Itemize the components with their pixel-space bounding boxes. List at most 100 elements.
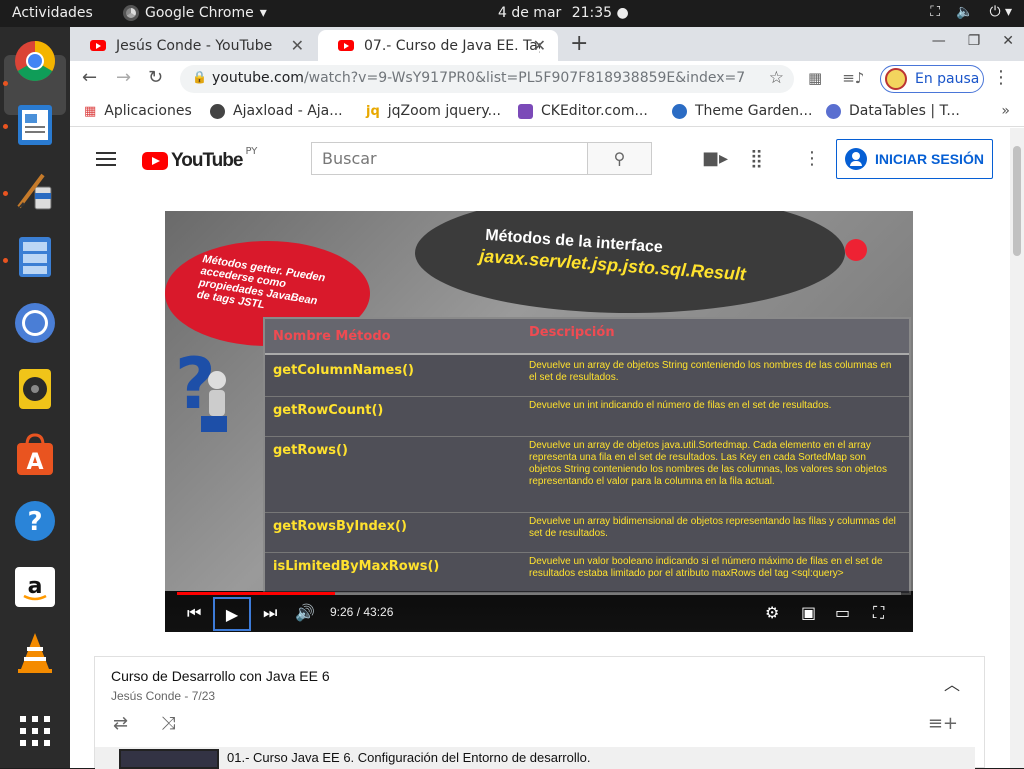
dock-document-viewer[interactable] (11, 101, 59, 149)
globe-icon (210, 103, 225, 119)
method-name: isLimitedByMaxRows() (273, 559, 440, 574)
minimize-button[interactable]: — (932, 33, 946, 49)
extension-icon[interactable]: ▦ (808, 69, 822, 87)
running-indicator (3, 124, 8, 129)
table-header: Nombre Método Descripción (265, 319, 909, 355)
forward-button[interactable]: → (116, 67, 131, 88)
settings-gear-icon[interactable]: ⚙ (765, 603, 779, 622)
app-menu[interactable]: Google Chrome ▾ (123, 5, 267, 21)
paintbrush-icon (17, 173, 52, 210)
user-icon (845, 148, 868, 170)
bookmark-theme-garden[interactable]: Theme Garden... (672, 103, 812, 119)
dock-amazon[interactable]: a (11, 563, 59, 611)
clock[interactable]: 4 de mar 21:35 ● (498, 5, 629, 21)
bookmark-label: DataTables | T... (849, 103, 960, 119)
chrome-menu-icon[interactable]: ⋮ (992, 67, 1010, 88)
reload-button[interactable]: ↻ (148, 67, 163, 88)
dock-vlc[interactable] (11, 629, 59, 677)
notification-dot-icon: ● (616, 5, 629, 21)
dock-rhythmbox[interactable] (11, 365, 59, 413)
bookmark-apps[interactable]: ▦ Aplicaciones (84, 103, 192, 119)
dock-help[interactable]: ? (11, 497, 59, 545)
chevron-down-icon: ▾ (259, 5, 267, 21)
add-to-playlist-icon[interactable]: ≡+ (928, 713, 958, 734)
new-tab-button[interactable]: + (570, 31, 588, 56)
volume-button[interactable]: 🔊 (295, 603, 315, 622)
video-thumbnail (119, 749, 219, 769)
dock-software-center[interactable]: A (11, 431, 59, 479)
extension-icons: ▦ ≡♪ (808, 69, 864, 87)
media-control-icon[interactable]: ≡♪ (842, 69, 864, 87)
playlist-panel: Curso de Desarrollo con Java EE 6 Jesús … (94, 656, 985, 769)
bookmark-ajaxload[interactable]: Ajaxload - Aja... (210, 103, 343, 119)
page-scrollbar[interactable] (1010, 128, 1024, 768)
method-description: Devuelve un array de objetos String cont… (529, 360, 892, 383)
svg-text:A: A (26, 450, 43, 475)
scrollbar-thumb[interactable] (1013, 146, 1021, 256)
sign-in-button[interactable]: INICIAR SESIÓN (836, 139, 993, 179)
dock-file-cabinet[interactable] (11, 233, 59, 281)
bookmark-label: jqZoom jquery... (387, 103, 502, 119)
search-button[interactable]: ⚲ (588, 142, 652, 175)
apps-icon[interactable]: ⣿ (750, 148, 763, 169)
next-button[interactable]: ⏭ (263, 603, 277, 623)
svg-text:?: ? (27, 507, 42, 537)
tab-jesus-conde[interactable]: Jesús Conde - YouTube ✕ (70, 30, 316, 61)
bookmark-jqzoom[interactable]: jq jqZoom jquery... (366, 103, 501, 119)
time-display: 9:26 / 43:26 (330, 605, 394, 619)
playlist-item[interactable]: 01.- Curso Java EE 6. Configuración del … (95, 747, 975, 769)
dock: A ? a (0, 27, 70, 768)
dock-chromium[interactable] (11, 299, 59, 347)
window-controls: — ❐ ✕ (932, 33, 1014, 49)
method-name: getRowCount() (273, 403, 384, 418)
running-indicator (3, 81, 8, 86)
back-button[interactable]: ← (82, 67, 97, 88)
show-applications-button[interactable] (11, 707, 59, 755)
app-name: Google Chrome (145, 5, 254, 21)
activities-button[interactable]: Actividades (12, 5, 93, 21)
close-window-button[interactable]: ✕ (1002, 33, 1014, 49)
create-video-icon[interactable]: ■▸ (702, 148, 728, 169)
progress-bar[interactable] (177, 592, 901, 595)
bookmark-datatables[interactable]: DataTables | T... (826, 103, 960, 119)
profile-button[interactable]: En pausa (880, 65, 984, 93)
fullscreen-icon[interactable]: ⛶ (873, 603, 884, 623)
search-input[interactable]: Buscar (311, 142, 588, 175)
restore-button[interactable]: ❐ (968, 33, 981, 49)
method-name: getRows() (273, 443, 348, 458)
settings-kebab-icon[interactable]: ⋮ (803, 148, 821, 169)
close-tab-icon[interactable]: ✕ (291, 36, 304, 55)
previous-button[interactable]: ⏮ (187, 603, 201, 623)
video-player[interactable]: Métodos de la interface javax.servlet.js… (165, 211, 913, 632)
avatar (885, 68, 907, 90)
apps-grid-icon (20, 716, 50, 746)
more-bookmarks-icon[interactable]: » (1001, 103, 1010, 119)
bookmark-ckeditor[interactable]: CKEditor.com... (518, 103, 648, 119)
youtube-favicon-icon (90, 40, 106, 51)
chrome-window: Jesús Conde - YouTube ✕ 07.- Curso de Ja… (70, 27, 1024, 769)
system-tray[interactable]: ⛶ 🔈 ⏻ ▾ (930, 4, 1012, 20)
menu-icon[interactable] (96, 152, 116, 170)
question-mark-figure-icon: ? (175, 346, 227, 432)
tab-java-ee[interactable]: 07.- Curso de Java EE. Tag ✕ (318, 30, 558, 61)
address-bar[interactable]: 🔒 youtube.com/watch?v=9-WsY917PR0&list=P… (180, 65, 794, 93)
search-icon: ⚲ (613, 149, 626, 168)
dock-chrome[interactable] (11, 37, 59, 85)
bookmark-star-icon[interactable]: ☆ (769, 68, 784, 88)
playlist-title[interactable]: Curso de Desarrollo con Java EE 6 (111, 668, 330, 684)
collapse-chevron-icon[interactable]: ︿ (944, 671, 960, 695)
close-tab-icon[interactable]: ✕ (533, 36, 546, 55)
column-header-method: Nombre Método (273, 329, 391, 344)
youtube-logo[interactable]: YouTube PY (142, 146, 257, 172)
running-indicator (3, 191, 8, 196)
sign-in-label: INICIAR SESIÓN (875, 151, 984, 167)
theater-mode-icon[interactable]: ▭ (835, 603, 850, 622)
method-description: Devuelve un valor booleano indicando si … (529, 556, 883, 579)
bookmark-label: CKEditor.com... (541, 103, 648, 119)
loop-icon[interactable]: ⇄ (113, 713, 128, 734)
shuffle-icon[interactable]: ⤨ (161, 713, 175, 734)
play-button[interactable]: ▶ (213, 597, 251, 631)
miniplayer-icon[interactable]: ▣ (801, 603, 816, 622)
method-description: Devuelve un int indicando el número de f… (529, 400, 832, 411)
dock-paint-app[interactable] (11, 167, 59, 215)
